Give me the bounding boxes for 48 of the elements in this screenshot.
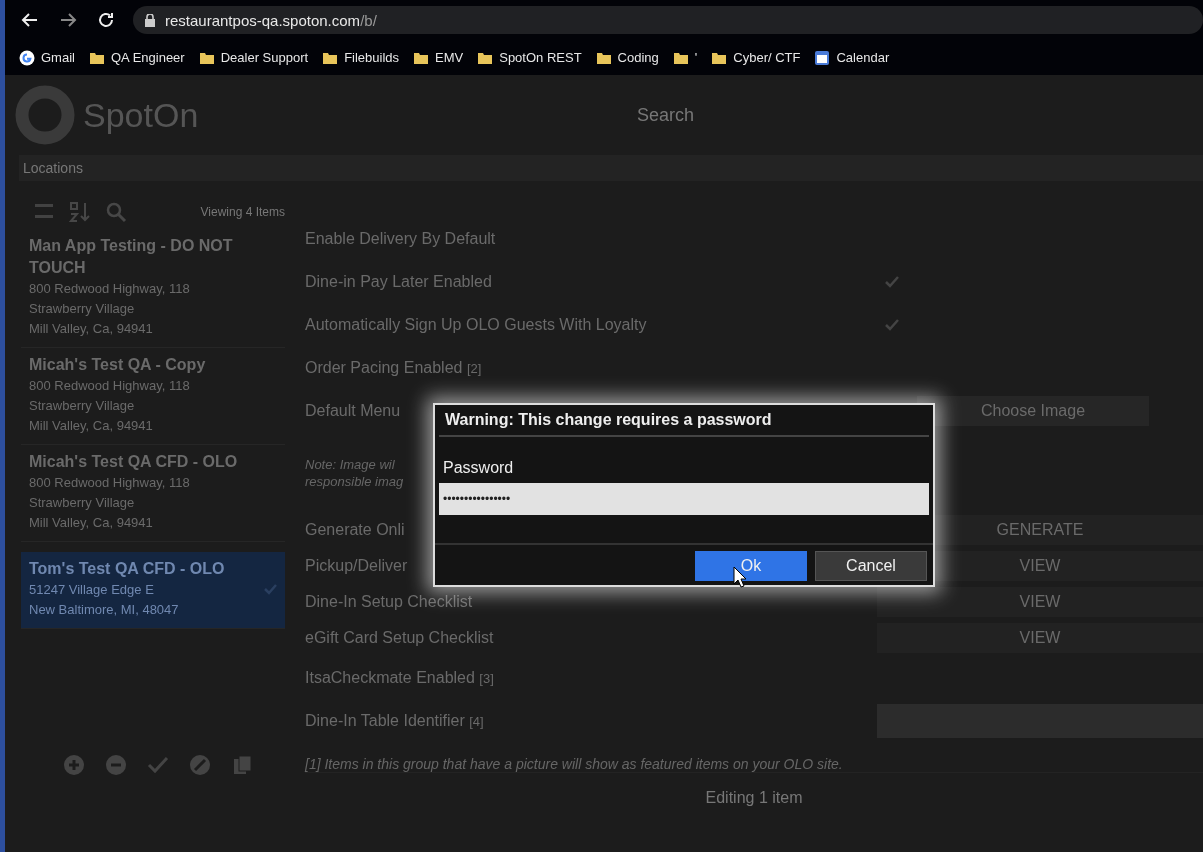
bookmark[interactable]: SpotOn REST	[499, 50, 582, 65]
add-icon[interactable]	[63, 754, 85, 776]
setting-label: Dine-in Pay Later Enabled	[305, 272, 492, 290]
setting-label: Enable Delivery By Default	[305, 229, 496, 247]
check-icon	[264, 583, 277, 595]
field-label: Password	[443, 459, 514, 477]
cancel-button[interactable]: Cancel	[815, 551, 927, 581]
search-field[interactable]: Search	[635, 103, 839, 127]
setting-label: ItsaCheckmate Enabled [3]	[305, 668, 494, 686]
ok-button[interactable]: Ok	[695, 551, 807, 581]
location-item[interactable]: Tom's Test QA CFD - OLO 51247 Village Edge E New Baltimore, MI, 48047	[21, 552, 285, 629]
disable-icon[interactable]	[189, 754, 211, 776]
bookmark[interactable]: QA Engineer	[110, 50, 185, 65]
remove-icon[interactable]	[105, 754, 127, 776]
copy-icon[interactable]	[231, 754, 253, 776]
bookmark[interactable]: Cyber/ CTF	[733, 50, 801, 65]
status-text: Editing 1 item	[305, 772, 1203, 825]
setting-label: Generate Onli	[305, 521, 405, 538]
footnote-text: [1] Items in this group that have a picture will show as featured items on your OLO site.	[305, 755, 844, 772]
logo-icon	[15, 85, 75, 145]
bookmark[interactable]: Calendar	[836, 50, 890, 65]
google-icon	[19, 49, 35, 66]
note-text: responsible imag	[305, 473, 404, 490]
setting-label: Pickup/Deliver	[305, 557, 408, 574]
dialog-title: Warning: This change requires a password	[439, 405, 929, 437]
note-text: Note: Image wil	[305, 456, 395, 473]
setting-label: Automatically Sign Up OLO Guests With Loyalty	[305, 315, 647, 333]
bookmark[interactable]: Gmail	[41, 50, 75, 65]
sort-az-icon[interactable]	[69, 201, 91, 223]
setting-label: Default Menu	[305, 401, 401, 419]
lock-icon	[145, 13, 155, 27]
bookmark[interactable]: '	[694, 50, 698, 65]
bookmark[interactable]: Dealer Support	[220, 50, 309, 65]
setting-label: Order Pacing Enabled [2]	[305, 358, 482, 376]
section-title: Locations	[19, 155, 1203, 181]
calendar-icon	[814, 49, 831, 66]
bookmark[interactable]: EMV	[435, 50, 464, 65]
logo-text: SpotOn	[83, 95, 199, 135]
bookmark[interactable]: Coding	[617, 50, 659, 65]
search-icon[interactable]	[105, 201, 127, 223]
check-icon[interactable]	[147, 754, 169, 776]
setting-label: eGift Card Setup Checklist	[305, 629, 494, 646]
setting-label: Dine-In Setup Checklist	[305, 593, 473, 610]
item-count: Viewing 4 Items	[200, 205, 285, 219]
setting-label: Dine-In Table Identifier [4]	[305, 711, 484, 729]
bookmark[interactable]: Filebuilds	[344, 50, 400, 65]
address-bar[interactable]: restaurantpos-qa.spoton.com/b/	[133, 6, 1203, 34]
password-field[interactable]: ••••••••••••••••	[439, 483, 929, 515]
